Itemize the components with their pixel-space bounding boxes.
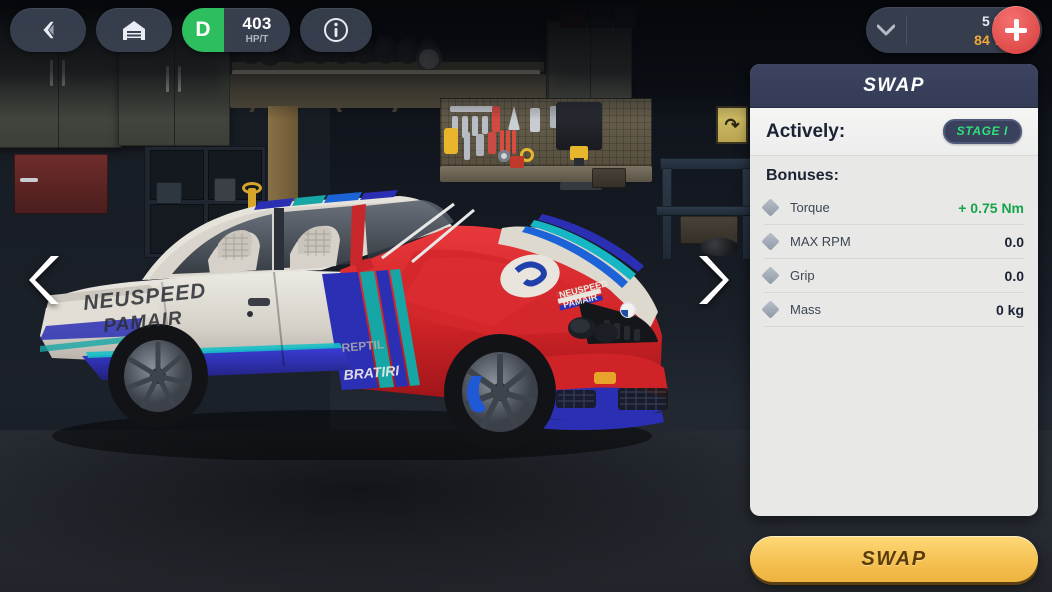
swap-button[interactable]: SWAP — [750, 536, 1038, 582]
stage-progress-bar: STOCK STAGE I STAGE II STAGE III STAGE I… — [0, 478, 740, 592]
performance-value: 403 — [242, 14, 272, 33]
chevron-right-icon — [699, 256, 729, 304]
bonuses-label: Bonuses: — [766, 167, 839, 184]
bonus-row-max-rpm: MAX RPM 0.0 — [761, 225, 1024, 259]
diamond-icon — [761, 198, 780, 217]
plus-icon-vertical — [1013, 19, 1019, 41]
diamond-icon — [761, 266, 780, 285]
panel-title: SWAP — [863, 74, 925, 96]
bonus-row-grip: Grip 0.0 — [761, 259, 1024, 293]
swap-panel: SWAP Actively: STAGE I Bonuses: Torque +… — [750, 64, 1038, 516]
bonuses-list: Torque + 0.75 Nm MAX RPM 0.0 Grip 0.0 Ma… — [750, 191, 1038, 327]
chevron-left-icon — [29, 256, 59, 304]
active-stage-badge: STAGE I — [942, 119, 1022, 144]
add-currency-button[interactable] — [992, 6, 1040, 54]
garage-button[interactable] — [96, 8, 172, 52]
performance-rating[interactable]: D 403 HP/T — [182, 8, 290, 52]
performance-grade: D — [182, 8, 224, 52]
currency-display: 5 096 84 747 — [866, 6, 1042, 54]
bonus-name: Grip — [790, 268, 815, 283]
info-icon — [324, 18, 348, 42]
next-car-button[interactable] — [690, 248, 734, 312]
bonus-row-mass: Mass 0 kg — [761, 293, 1024, 327]
swap-button-label: SWAP — [861, 547, 927, 570]
performance-unit: HP/T — [245, 34, 269, 45]
game-screen: ↷ NEUSPEED PAMAIR REPTIL BRATIRI NEUSPEE… — [0, 0, 1052, 592]
car-model[interactable]: NEUSPEED PAMAIR x REPTIL BRATIRI NEUSPEE… — [22, 140, 722, 460]
bonus-row-torque: Torque + 0.75 Nm — [761, 191, 1024, 225]
prev-car-button[interactable] — [24, 248, 68, 312]
chevron-down-icon — [877, 24, 895, 36]
performance-values: 403 HP/T — [224, 8, 290, 52]
garage-icon — [123, 21, 145, 40]
bonus-value: 0 kg — [995, 301, 1024, 318]
bonus-name: Torque — [790, 200, 830, 215]
currency-expand-button[interactable] — [866, 24, 906, 36]
panel-header: SWAP — [750, 64, 1038, 108]
diamond-icon — [761, 300, 780, 319]
bonus-name: MAX RPM — [790, 234, 851, 249]
bonus-value: 0.0 — [1004, 233, 1024, 250]
back-button[interactable] — [10, 8, 86, 52]
bonus-name: Mass — [790, 302, 822, 317]
top-bar: D 403 HP/T 5 096 — [0, 0, 1052, 58]
bonus-value: 0.0 — [1004, 267, 1024, 284]
info-button[interactable] — [300, 8, 372, 52]
actively-row: Actively: STAGE I — [750, 108, 1038, 156]
chevron-left-icon — [43, 21, 54, 39]
actively-label: Actively: — [766, 120, 846, 142]
diamond-icon — [761, 232, 780, 251]
bonus-value: + 0.75 Nm — [958, 199, 1024, 216]
